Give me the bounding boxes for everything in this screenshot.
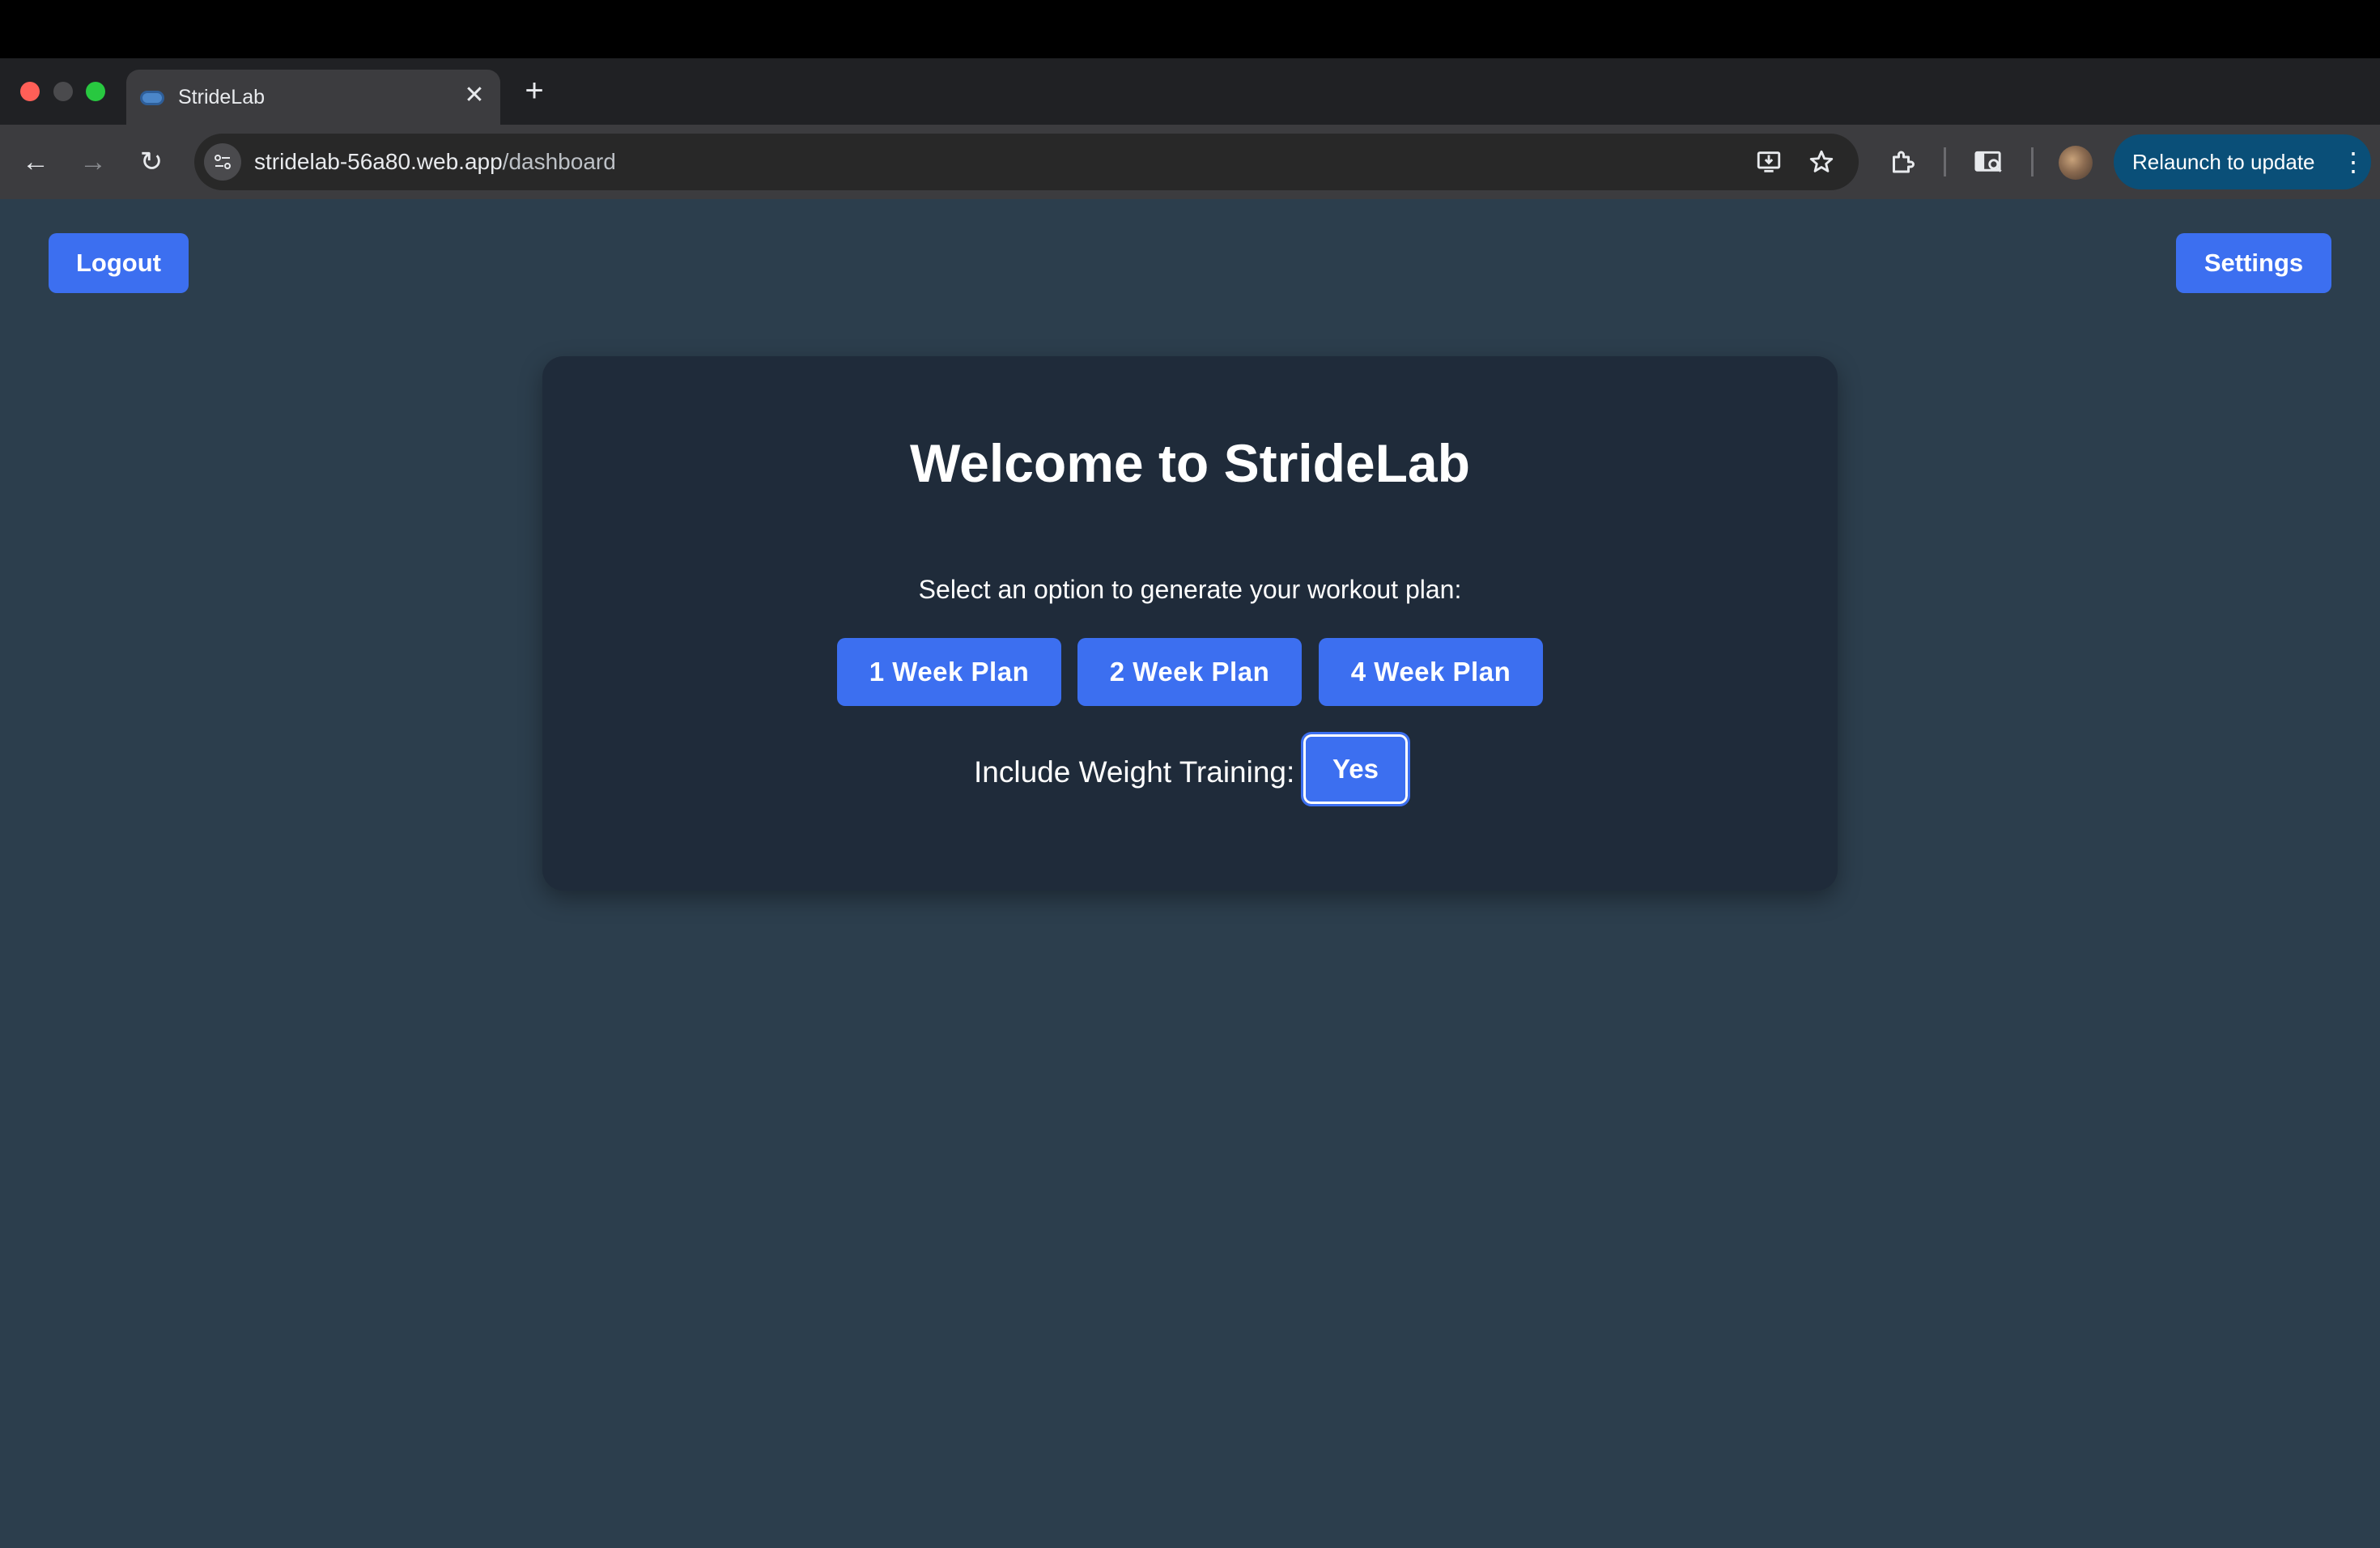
relaunch-label: Relaunch to update (2132, 150, 2315, 174)
plan-instructions: Select an option to generate your workou… (918, 575, 1462, 604)
minimize-window-button[interactable] (53, 82, 73, 101)
four-week-plan-button[interactable]: 4 Week Plan (1319, 638, 1543, 706)
toolbar-divider (2031, 147, 2034, 176)
address-bar[interactable]: stridelab-56a80.web.app/dashboard (194, 134, 1859, 190)
tab-title: StrideLab (178, 86, 266, 108)
url-path: /dashboard (502, 149, 616, 174)
profile-avatar[interactable] (2059, 146, 2093, 180)
close-tab-icon[interactable]: ✕ (460, 81, 489, 110)
more-menu-icon[interactable]: ⋮ (2340, 146, 2366, 178)
back-arrow-icon[interactable]: ← (18, 144, 53, 180)
new-tab-icon[interactable]: + (518, 74, 550, 107)
reload-icon[interactable]: ↻ (134, 144, 169, 180)
two-week-plan-button[interactable]: 2 Week Plan (1077, 638, 1302, 706)
maximize-window-button[interactable] (86, 82, 105, 101)
close-window-button[interactable] (20, 82, 40, 101)
weight-training-toggle[interactable]: Yes (1301, 732, 1410, 806)
weight-training-label: Include Weight Training: (974, 755, 1295, 789)
bookmark-star-icon[interactable] (1804, 145, 1838, 179)
url-host: stridelab-56a80.web.app (254, 149, 503, 174)
os-menu-bar (0, 0, 2380, 58)
page-title: Welcome to StrideLab (910, 433, 1470, 493)
browser-tab[interactable]: StrideLab ✕ (126, 70, 500, 125)
welcome-card: Welcome to StrideLab Select an option to… (542, 356, 1838, 891)
page-body: Logout Settings Welcome to StrideLab Sel… (0, 199, 2380, 1548)
cast-search-icon[interactable] (1971, 144, 2007, 180)
favicon-icon (140, 91, 164, 105)
plan-options: 1 Week Plan 2 Week Plan 4 Week Plan (837, 638, 1543, 706)
install-app-icon[interactable] (1752, 145, 1786, 179)
forward-arrow-icon[interactable]: → (75, 144, 111, 180)
url-text[interactable]: stridelab-56a80.web.app/dashboard (254, 147, 616, 177)
site-settings-icon[interactable] (204, 143, 241, 181)
settings-button[interactable]: Settings (2176, 233, 2331, 293)
logout-button[interactable]: Logout (49, 233, 189, 293)
toolbar-divider (1944, 147, 1946, 176)
relaunch-to-update-button[interactable]: Relaunch to update ⋮ (2114, 134, 2371, 189)
one-week-plan-button[interactable]: 1 Week Plan (837, 638, 1061, 706)
extensions-icon[interactable] (1885, 144, 1920, 180)
